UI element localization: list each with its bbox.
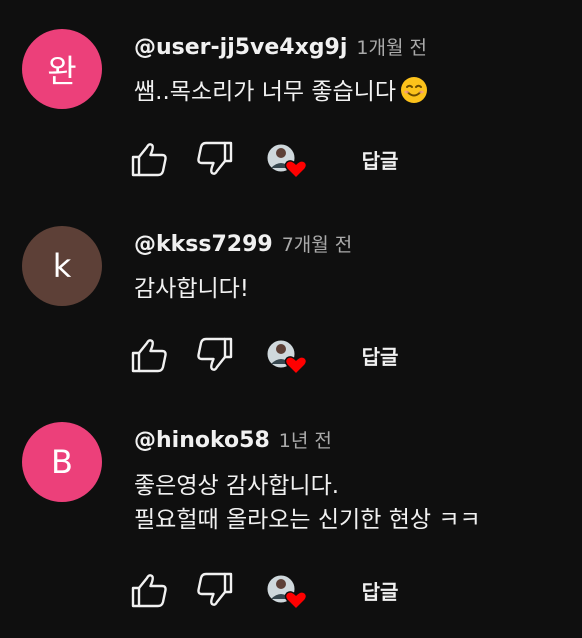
- like-button[interactable]: [128, 568, 172, 612]
- thumbs-down-icon: [197, 141, 233, 175]
- thumbs-up-icon: [131, 574, 167, 608]
- smiling-face-emoji-icon: [401, 77, 428, 103]
- avatar-letter: k: [52, 247, 72, 285]
- creator-heart[interactable]: [264, 334, 312, 378]
- creator-heart[interactable]: [264, 138, 312, 182]
- comment-text: 쌤..목소리가 너무 좋습니다: [134, 75, 428, 109]
- dislike-button[interactable]: [192, 137, 236, 181]
- dislike-button[interactable]: [192, 568, 236, 612]
- comment-line: 감사합니다!: [134, 276, 250, 302]
- comment-timestamp[interactable]: 7개월 전: [282, 230, 353, 257]
- thumbs-down-icon: [197, 337, 233, 371]
- creator-heart-icon: [266, 574, 308, 611]
- comment-actions: 답글: [0, 333, 582, 377]
- reply-button[interactable]: 답글: [342, 139, 418, 179]
- like-button[interactable]: [128, 137, 172, 181]
- comment-header: @hinoko58 1년 전: [134, 426, 332, 453]
- creator-heart-icon: [266, 143, 308, 180]
- dislike-button[interactable]: [192, 333, 236, 377]
- comment-line: 쌤..목소리가 너무 좋습니다: [134, 79, 397, 105]
- avatar[interactable]: B: [22, 422, 102, 502]
- reply-button[interactable]: 답글: [342, 335, 418, 375]
- comment-line: 필요헐때 올라오는 신기한 현상 ㅋㅋ: [134, 507, 481, 533]
- thumbs-down-icon: [197, 572, 233, 606]
- comment-author[interactable]: @user-jj5ve4xg9j: [134, 35, 347, 60]
- creator-heart[interactable]: [264, 569, 312, 613]
- avatar-letter: 완: [47, 52, 77, 90]
- comment-header: @user-jj5ve4xg9j 1개월 전: [134, 33, 427, 60]
- comment-author[interactable]: @kkss7299: [134, 232, 273, 257]
- comment-header: @kkss7299 7개월 전: [134, 230, 352, 257]
- comment-actions: 답글: [0, 137, 582, 181]
- avatar[interactable]: 완: [22, 29, 102, 109]
- comment-actions: 답글: [0, 568, 582, 612]
- comment-text: 감사합니다!: [134, 272, 249, 306]
- comment-text: 좋은영상 감사합니다. 필요헐때 올라오는 신기한 현상 ㅋㅋ: [134, 469, 481, 537]
- comment-line: 좋은영상 감사합니다.: [134, 473, 340, 499]
- comment-timestamp[interactable]: 1년 전: [279, 426, 332, 453]
- thumbs-up-icon: [131, 339, 167, 373]
- thumbs-up-icon: [131, 143, 167, 177]
- reply-button[interactable]: 답글: [342, 570, 418, 610]
- comment-author[interactable]: @hinoko58: [134, 428, 270, 453]
- like-button[interactable]: [128, 333, 172, 377]
- creator-heart-icon: [266, 339, 308, 376]
- comment-timestamp[interactable]: 1개월 전: [356, 33, 427, 60]
- avatar[interactable]: k: [22, 226, 102, 306]
- avatar-letter: B: [51, 443, 73, 481]
